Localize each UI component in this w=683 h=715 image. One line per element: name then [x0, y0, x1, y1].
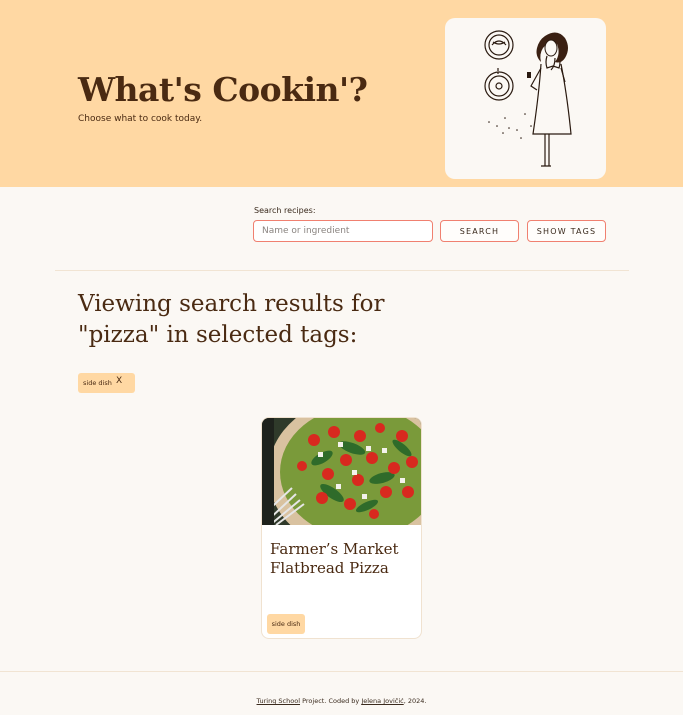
- recipe-tag: side dish: [267, 614, 305, 634]
- page-subtitle: Choose what to cook today.: [78, 114, 203, 124]
- footer-year: , 2024.: [403, 697, 427, 705]
- selected-tag-label: side dish: [83, 379, 112, 387]
- author-link[interactable]: Jelena Jovičić: [361, 697, 403, 705]
- remove-tag-button[interactable]: X: [116, 376, 122, 386]
- search-label: Search recipes:: [254, 206, 316, 215]
- turing-school-link[interactable]: Turing School: [257, 697, 300, 705]
- chef-illustration: [445, 18, 606, 179]
- search-button[interactable]: SEARCH: [440, 220, 519, 242]
- footer-divider: [0, 671, 683, 672]
- show-tags-button[interactable]: SHOW TAGS: [527, 220, 606, 242]
- selected-tag-chip: side dish X: [78, 373, 135, 393]
- page-footer: Turing School Project. Coded by Jelena J…: [0, 697, 683, 705]
- page-header: What's Cookin'? Choose what to cook toda…: [0, 0, 683, 187]
- recipe-image: [262, 418, 421, 525]
- recipe-title[interactable]: Farmer’s Market Flatbread Pizza: [270, 540, 415, 578]
- footer-text: Project. Coded by: [300, 697, 362, 705]
- page-title: What's Cookin'?: [78, 70, 368, 109]
- section-divider: [55, 270, 629, 271]
- woman-with-phone-illustration: [484, 30, 572, 167]
- recipe-card[interactable]: Farmer’s Market Flatbread Pizza side dis…: [261, 417, 422, 639]
- results-heading: Viewing search results for "pizza" in se…: [78, 291, 385, 348]
- search-input[interactable]: [253, 220, 433, 242]
